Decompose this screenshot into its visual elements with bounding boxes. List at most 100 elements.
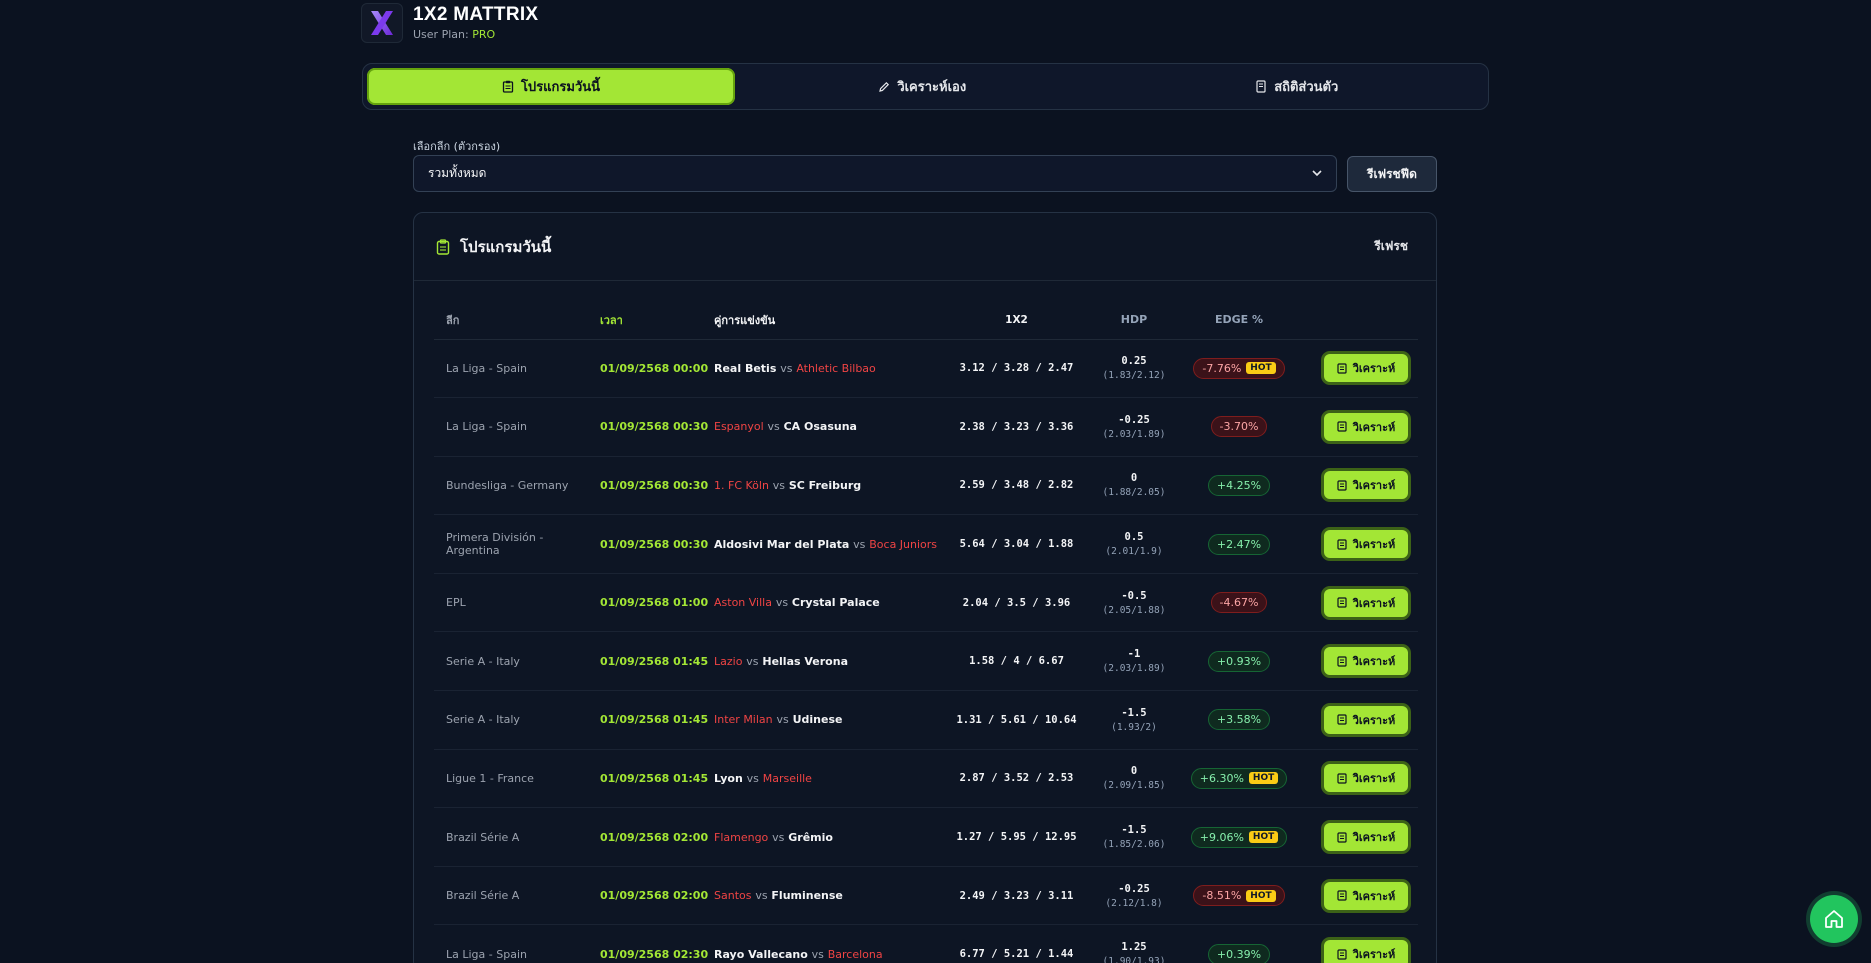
action-cell: วิเคราะห์	[1289, 631, 1418, 692]
analyze-icon	[1337, 597, 1347, 608]
odds-1x2-cell: 1.58 / 4 / 6.67	[954, 631, 1079, 692]
matches-table: ลีก เวลา คู่การแข่งขัน 1X2 HDP EDGE % La…	[434, 301, 1418, 963]
analyze-button[interactable]: วิเคราะห์	[1324, 471, 1408, 500]
match-cell: Aldosivi Mar del Plata vs Boca Juniors	[714, 514, 954, 574]
table-row: Brazil Série A 01/09/2568 02:00 Flamengo v…	[434, 807, 1418, 867]
league-cell: Serie A - Italy	[434, 690, 600, 750]
match-cell: Lazio vs Hellas Verona	[714, 631, 954, 692]
header-league: ลีก	[434, 301, 600, 340]
main-tabs: โปรแกรมวันนี้ วิเคราะห์เอง สถิติส่วนตัว	[362, 63, 1489, 110]
edge-badge: -8.51% HOT	[1193, 885, 1285, 907]
action-cell: วิเคราะห์	[1289, 866, 1418, 926]
edge-badge: +9.06% HOT	[1190, 826, 1288, 848]
hdp-line: 1.25	[1121, 941, 1147, 954]
odds-1x2-cell: 2.59 / 3.48 / 2.82	[954, 456, 1079, 516]
hdp-odds: (2.12/1.8)	[1105, 897, 1163, 909]
away-team: Crystal Palace	[791, 596, 880, 610]
hdp-odds: (2.05/1.88)	[1102, 604, 1166, 616]
hdp-cell: 0 (2.09/1.85)	[1079, 749, 1189, 809]
analyze-icon	[1337, 714, 1347, 725]
odds-1x2-cell: 1.31 / 5.61 / 10.64	[954, 690, 1079, 750]
home-button[interactable]	[1810, 895, 1858, 943]
hdp-cell: -0.5 (2.05/1.88)	[1079, 573, 1189, 633]
hdp-odds: (2.09/1.85)	[1102, 780, 1166, 792]
hot-badge: HOT	[1246, 362, 1276, 375]
edge-cell: -7.76% HOT	[1189, 339, 1289, 399]
hdp-cell: -1.5 (1.85/2.06)	[1079, 807, 1189, 867]
hdp-line: 0.5	[1124, 531, 1144, 544]
refresh-feed-button[interactable]: รีเฟรชฟีด	[1347, 156, 1437, 192]
time-cell: 01/09/2568 00:30	[600, 397, 714, 457]
hdp-cell: 0.5 (2.01/1.9)	[1079, 514, 1189, 574]
analyze-button[interactable]: วิเคราะห์	[1324, 823, 1408, 852]
action-cell: วิเคราะห์	[1289, 749, 1418, 809]
match-cell: Espanyol vs CA Osasuna	[714, 397, 954, 457]
hdp-odds: (1.85/2.06)	[1102, 839, 1166, 851]
analyze-button[interactable]: วิเคราะห์	[1324, 940, 1408, 963]
analyze-button[interactable]: วิเคราะห์	[1324, 705, 1408, 734]
header-edge: EDGE %	[1189, 301, 1289, 340]
league-cell: Brazil Série A	[434, 807, 600, 867]
edge-badge: +0.39%	[1207, 943, 1271, 963]
hdp-cell: -1 (2.03/1.89)	[1079, 631, 1189, 692]
home-team: Lyon	[714, 771, 743, 785]
tab-today-program[interactable]: โปรแกรมวันนี้	[367, 68, 735, 105]
action-cell: วิเคราะห์	[1289, 690, 1418, 750]
header-time: เวลา	[600, 301, 714, 340]
time-cell: 01/09/2568 01:00	[600, 573, 714, 633]
edge-cell: +4.25%	[1189, 456, 1289, 516]
hdp-line: 0	[1130, 472, 1138, 485]
hdp-line: 0	[1130, 765, 1138, 778]
hdp-cell: -0.25 (2.03/1.89)	[1079, 397, 1189, 457]
hdp-odds: (1.83/2.12)	[1102, 370, 1166, 382]
league-filter-select[interactable]: รวมทั้งหมด	[413, 155, 1337, 192]
odds-1x2-cell: 6.77 / 5.21 / 1.44	[954, 924, 1079, 963]
stats-book-icon	[1256, 80, 1266, 93]
hdp-cell: 0 (1.88/2.05)	[1079, 456, 1189, 516]
hot-badge: HOT	[1246, 889, 1276, 902]
analyze-button[interactable]: วิเคราะห์	[1324, 354, 1408, 383]
away-team: Hellas Verona	[762, 654, 848, 668]
away-team: Athletic Bilbao	[796, 361, 876, 375]
table-row: Primera División - Argentina 01/09/2568 0…	[434, 514, 1418, 574]
table-row: EPL 01/09/2568 01:00 Aston Villa vs Crysta…	[434, 573, 1418, 633]
vs-label: vs	[772, 478, 786, 492]
selected-league: รวมทั้งหมด	[428, 166, 487, 180]
analyze-button[interactable]: วิเคราะห์	[1324, 588, 1408, 617]
user-plan: User Plan: PRO	[413, 28, 496, 41]
vs-label: vs	[755, 889, 768, 903]
home-team: Rayo Vallecano	[714, 947, 808, 961]
edge-cell: +6.30% HOT	[1189, 749, 1289, 809]
away-team: Udinese	[792, 713, 843, 727]
hdp-line: -1	[1127, 648, 1141, 661]
league-filter-label: เลือกลีก (ตัวกรอง)	[413, 140, 501, 153]
tab-label: โปรแกรมวันนี้	[520, 80, 601, 95]
away-team: Marseille	[762, 771, 812, 785]
edge-badge: +4.25%	[1207, 474, 1271, 496]
x-logo-icon	[361, 3, 403, 43]
home-team: Inter Milan	[714, 713, 773, 727]
analyze-button[interactable]: วิเคราะห์	[1324, 412, 1408, 441]
home-team: Lazio	[714, 654, 743, 668]
match-cell: Rayo Vallecano vs Barcelona	[714, 924, 954, 963]
home-team: Flamengo	[714, 830, 769, 844]
tab-manual-analysis[interactable]: วิเคราะห์เอง	[735, 68, 1110, 105]
vs-label: vs	[776, 713, 789, 727]
panel-refresh-button[interactable]: รีเฟรช	[1374, 237, 1408, 256]
time-cell: 01/09/2568 02:00	[600, 807, 714, 867]
header-1x2: 1X2	[954, 301, 1079, 340]
odds-1x2-cell: 5.64 / 3.04 / 1.88	[954, 514, 1079, 574]
clipboard-icon	[436, 238, 450, 255]
hdp-odds: (1.90/1.93)	[1102, 956, 1166, 963]
edge-badge: -3.70%	[1210, 416, 1268, 438]
time-cell: 01/09/2568 01:45	[600, 690, 714, 750]
analyze-button[interactable]: วิเคราะห์	[1324, 530, 1408, 559]
analyze-button[interactable]: วิเคราะห์	[1324, 881, 1408, 910]
tab-personal-stats[interactable]: สถิติส่วนตัว	[1110, 68, 1485, 105]
hdp-line: -0.25	[1118, 413, 1150, 426]
analyze-button[interactable]: วิเคราะห์	[1324, 764, 1408, 793]
action-cell: วิเคราะห์	[1289, 573, 1418, 633]
analyze-button[interactable]: วิเคราะห์	[1324, 647, 1408, 676]
home-team: Aston Villa	[714, 596, 772, 610]
time-cell: 01/09/2568 00:00	[600, 339, 714, 399]
